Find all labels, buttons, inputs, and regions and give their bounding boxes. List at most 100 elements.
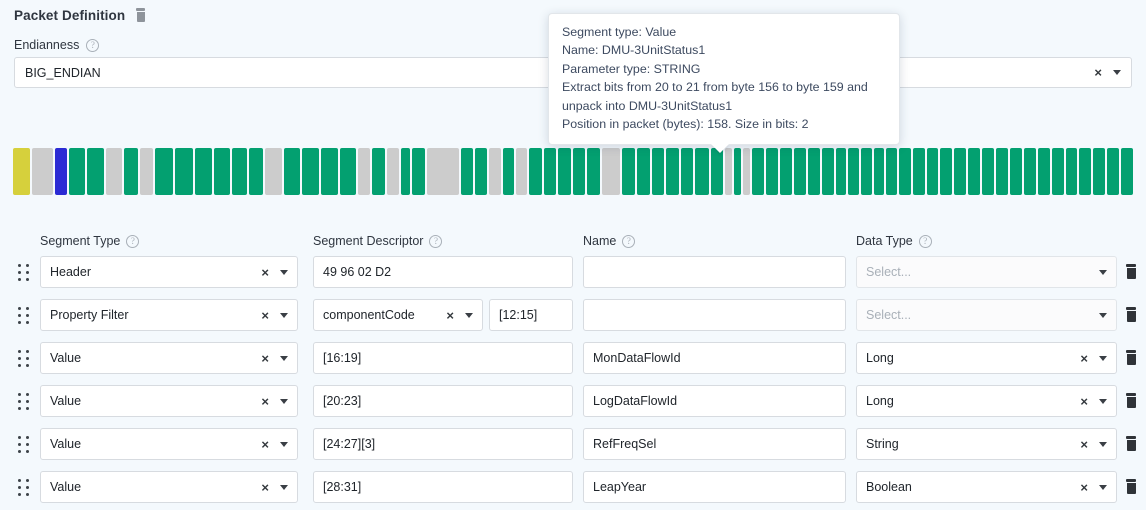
chevron-down-icon[interactable]: [280, 313, 288, 318]
packet-segment-gap[interactable]: [427, 148, 459, 195]
data-type-select[interactable]: Select...: [856, 299, 1117, 331]
data-type-select[interactable]: Select...: [856, 256, 1117, 288]
packet-segment-gap[interactable]: [743, 148, 750, 195]
packet-segment-value[interactable]: [1079, 148, 1091, 195]
chevron-down-icon[interactable]: [280, 442, 288, 447]
packet-segment-gap[interactable]: [106, 148, 123, 195]
segment-type-select[interactable]: Value×: [40, 471, 298, 503]
drag-handle-icon[interactable]: [18, 264, 30, 281]
delete-row-icon[interactable]: [1124, 436, 1138, 452]
packet-segment-value[interactable]: [982, 148, 994, 195]
name-input[interactable]: [583, 256, 846, 288]
drag-handle-icon[interactable]: [18, 307, 30, 324]
segment-type-select[interactable]: Header×: [40, 256, 298, 288]
help-circle-icon[interactable]: ?: [919, 235, 932, 248]
packet-segment-gap[interactable]: [602, 148, 621, 195]
packet-segment-gap[interactable]: [387, 148, 400, 195]
packet-segment-value[interactable]: [886, 148, 897, 195]
segment-type-select[interactable]: Value×: [40, 342, 298, 374]
packet-segment-value[interactable]: [822, 148, 834, 195]
packet-segment-value[interactable]: [69, 148, 86, 195]
packet-segment-value[interactable]: [913, 148, 925, 195]
delete-row-icon[interactable]: [1124, 264, 1138, 280]
packet-segment-value[interactable]: [587, 148, 600, 195]
help-circle-icon[interactable]: ?: [622, 235, 635, 248]
segment-descriptor-input[interactable]: [24:27][3]: [313, 428, 573, 460]
data-type-select[interactable]: Boolean×: [856, 471, 1117, 503]
packet-segment-value[interactable]: [249, 148, 264, 195]
packet-segment-gap[interactable]: [725, 148, 732, 195]
packet-segment-value[interactable]: [968, 148, 980, 195]
drag-handle-icon[interactable]: [18, 393, 30, 410]
packet-segment-value[interactable]: [321, 148, 338, 195]
chevron-down-icon[interactable]: [280, 399, 288, 404]
packet-segment-value[interactable]: [558, 148, 571, 195]
chevron-down-icon[interactable]: [1099, 356, 1107, 361]
packet-segment-value[interactable]: [124, 148, 137, 195]
packet-segment-value[interactable]: [284, 148, 301, 195]
chevron-down-icon[interactable]: [1099, 399, 1107, 404]
packet-segment-value[interactable]: [155, 148, 174, 195]
packet-segment-value[interactable]: [302, 148, 319, 195]
packet-segment-value[interactable]: [1121, 148, 1133, 195]
packet-segment-value[interactable]: [666, 148, 679, 195]
packet-segment-value[interactable]: [401, 148, 410, 195]
clear-segment-type-select-icon[interactable]: ×: [261, 480, 269, 495]
packet-segment-value[interactable]: [836, 148, 847, 195]
data-type-select[interactable]: Long×: [856, 385, 1117, 417]
packet-segment-value[interactable]: [503, 148, 514, 195]
packet-segment-value[interactable]: [794, 148, 806, 195]
packet-segment-value[interactable]: [695, 148, 708, 195]
drag-handle-icon[interactable]: [18, 350, 30, 367]
packet-segment-value[interactable]: [87, 148, 104, 195]
packet-segment-value[interactable]: [1010, 148, 1022, 195]
clear-segment-type-select-icon[interactable]: ×: [261, 437, 269, 452]
name-input[interactable]: RefFreqSel: [583, 428, 846, 460]
packet-segment-gap[interactable]: [516, 148, 527, 195]
clear-segment-type-select-icon[interactable]: ×: [261, 394, 269, 409]
chevron-down-icon[interactable]: [1099, 270, 1107, 275]
drag-handle-icon[interactable]: [18, 436, 30, 453]
chevron-down-icon[interactable]: [465, 313, 473, 318]
clear-data-type-select-icon[interactable]: ×: [1080, 394, 1088, 409]
packet-segment-gap[interactable]: [265, 148, 282, 195]
clear-segment-descriptor-select-icon[interactable]: ×: [446, 308, 454, 323]
segment-descriptor-input[interactable]: [16:19]: [313, 342, 573, 374]
packet-segment-filter[interactable]: [55, 148, 67, 195]
packet-segment-value[interactable]: [412, 148, 425, 195]
packet-segment-gap[interactable]: [140, 148, 153, 195]
clear-data-type-select-icon[interactable]: ×: [1080, 480, 1088, 495]
data-type-select[interactable]: Long×: [856, 342, 1117, 374]
delete-row-icon[interactable]: [1124, 350, 1138, 366]
chevron-down-icon[interactable]: [1099, 442, 1107, 447]
segment-descriptor-select[interactable]: componentCode×: [313, 299, 483, 331]
packet-segment-value[interactable]: [1093, 148, 1105, 195]
packet-segment-value[interactable]: [573, 148, 586, 195]
packet-segment-value[interactable]: [681, 148, 694, 195]
packet-segment-value[interactable]: [1052, 148, 1064, 195]
packet-segment-value[interactable]: [461, 148, 474, 195]
delete-row-icon[interactable]: [1124, 307, 1138, 323]
chevron-down-icon[interactable]: [1099, 313, 1107, 318]
packet-segment-value[interactable]: [996, 148, 1008, 195]
packet-segment-value[interactable]: [340, 148, 357, 195]
packet-segment-gap[interactable]: [489, 148, 501, 195]
packet-segment-value[interactable]: [899, 148, 911, 195]
chevron-down-icon[interactable]: [280, 356, 288, 361]
name-input[interactable]: LeapYear: [583, 471, 846, 503]
packet-segment-value[interactable]: [175, 148, 193, 195]
packet-segment-gap[interactable]: [358, 148, 370, 195]
packet-segment-value[interactable]: [711, 148, 724, 195]
clear-data-type-select-icon[interactable]: ×: [1080, 351, 1088, 366]
drag-handle-icon[interactable]: [18, 479, 30, 496]
packet-segment-value[interactable]: [529, 148, 542, 195]
clear-data-type-select-icon[interactable]: ×: [1080, 437, 1088, 452]
packet-segment-gap[interactable]: [32, 148, 53, 195]
packet-segment-value[interactable]: [766, 148, 778, 195]
packet-segment-value[interactable]: [940, 148, 952, 195]
help-circle-icon[interactable]: ?: [86, 39, 99, 52]
segment-type-select[interactable]: Property Filter×: [40, 299, 298, 331]
segment-descriptor-input[interactable]: 49 96 02 D2: [313, 256, 573, 288]
help-circle-icon[interactable]: ?: [126, 235, 139, 248]
packet-segment-value[interactable]: [544, 148, 557, 195]
